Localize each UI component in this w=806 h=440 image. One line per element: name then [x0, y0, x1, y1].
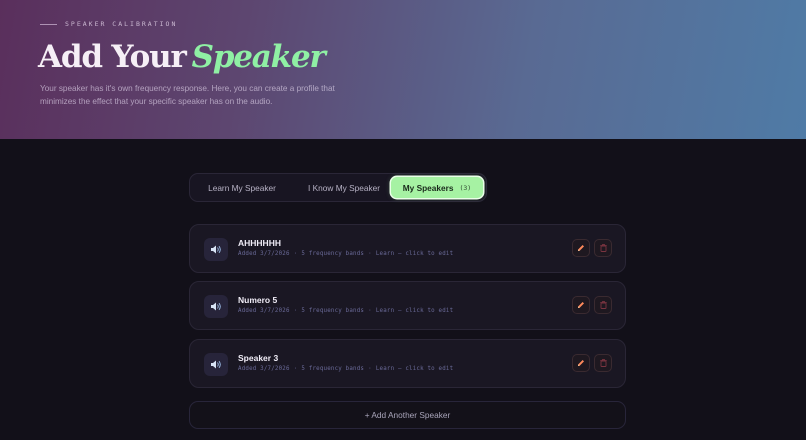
edit-speaker-button[interactable] — [572, 296, 590, 314]
trash-icon — [599, 301, 607, 309]
tab-i-know-my-speaker[interactable]: I Know My Speaker — [295, 174, 393, 201]
eyebrow-rule — [40, 23, 57, 25]
edit-speaker-button[interactable] — [572, 239, 590, 257]
pencil-icon — [578, 245, 584, 251]
speaker-name: Numero 5 — [238, 295, 278, 305]
pencil-icon — [578, 360, 584, 366]
speaker-mode: Learn — click to edit — [375, 366, 454, 372]
speaker-band-count: 5 frequency bands — [301, 308, 365, 314]
add-speaker-button[interactable]: + Add Another Speaker — [189, 401, 626, 429]
tab-my-speakers-count: (3) — [459, 183, 472, 192]
speaker-band-count: 5 frequency bands — [301, 251, 365, 257]
eyebrow: SPEAKER CALIBRATION — [40, 19, 177, 29]
page-subtitle: Your speaker has it's own frequency resp… — [40, 84, 335, 106]
speaker-added-date: Added 3/7/2026 — [238, 308, 290, 314]
speaker-meta: Added 3/7/2026 · 5 frequency bands · Learn —… — [238, 308, 454, 314]
speaker-tabs: Learn My Speaker I Know My Speaker My Sp… — [189, 173, 487, 202]
hero-banner: SPEAKER CALIBRATION Add Your Speaker Your… — [0, 0, 806, 139]
trash-icon — [599, 359, 607, 367]
speaker-name: Speaker 3 — [238, 353, 279, 363]
speaker-band-count: 5 frequency bands — [301, 366, 365, 372]
edit-speaker-button[interactable] — [572, 354, 590, 372]
delete-speaker-button[interactable] — [594, 354, 612, 372]
pencil-icon — [578, 302, 584, 308]
speaker-added-date: Added 3/7/2026 — [238, 251, 290, 257]
speaker-icon — [204, 353, 228, 376]
title-main: Add Your — [38, 39, 187, 75]
speaker-icon — [204, 238, 228, 261]
trash-icon — [599, 244, 607, 252]
tab-learn-my-speaker[interactable]: Learn My Speaker — [194, 174, 290, 201]
speaker-card[interactable]: Speaker 3 Added 3/7/2026 · 5 frequency ban… — [189, 339, 626, 388]
speaker-meta: Added 3/7/2026 · 5 frequency bands · Learn —… — [238, 251, 454, 257]
speaker-name: AHHHHHH — [238, 238, 281, 248]
title-accent: Speaker — [191, 39, 326, 75]
speaker-icon — [204, 295, 228, 318]
speaker-card[interactable]: AHHHHHH Added 3/7/2026 · 5 frequency bands… — [189, 224, 626, 273]
page-title: Add Your Speaker — [38, 38, 326, 76]
speaker-added-date: Added 3/7/2026 — [238, 366, 290, 372]
speaker-mode: Learn — click to edit — [375, 308, 454, 314]
tab-my-speakers-label: My Speakers — [402, 182, 454, 193]
delete-speaker-button[interactable] — [594, 296, 612, 314]
speaker-card[interactable]: Numero 5 Added 3/7/2026 · 5 frequency band… — [189, 281, 626, 330]
delete-speaker-button[interactable] — [594, 239, 612, 257]
tab-my-speakers[interactable]: My Speakers (3) — [391, 177, 483, 198]
speaker-mode: Learn — click to edit — [375, 251, 454, 257]
eyebrow-text: SPEAKER CALIBRATION — [65, 20, 178, 28]
speaker-meta: Added 3/7/2026 · 5 frequency bands · Learn —… — [238, 366, 454, 372]
